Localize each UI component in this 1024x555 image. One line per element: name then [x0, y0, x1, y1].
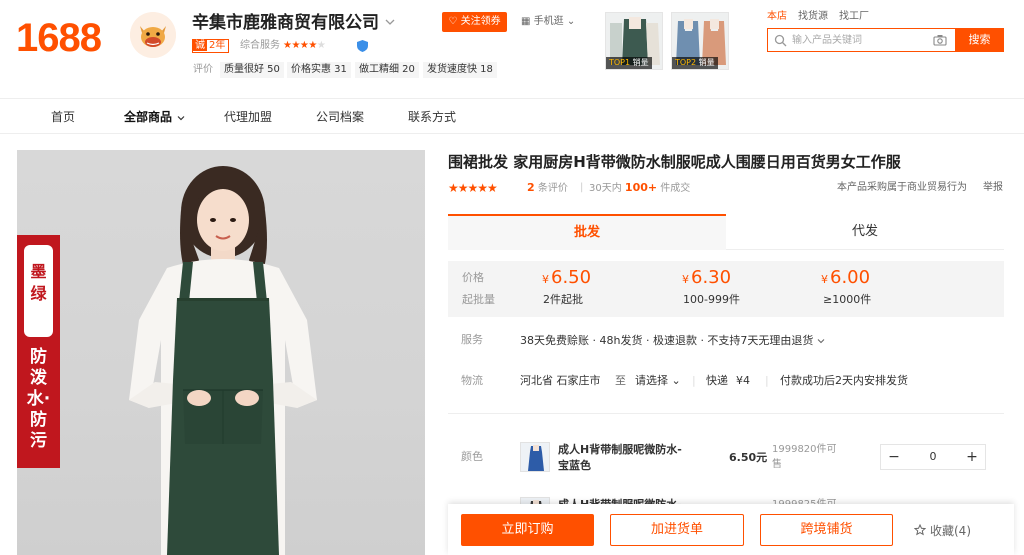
sku-color-label: 颜色	[461, 450, 483, 463]
service-terms[interactable]: 38天免费赊账 · 48h发货 · 极速退款 · 不支持7天无理由退货	[520, 334, 825, 348]
report-link[interactable]: 举报	[983, 181, 1003, 195]
add-to-cart-button[interactable]: 加进货单	[610, 514, 744, 546]
tab-wholesale[interactable]: 批发	[448, 214, 726, 250]
meta-divider: |	[580, 182, 584, 193]
search-button[interactable]: 搜索	[955, 28, 1004, 52]
color-name-label: 墨绿	[30, 262, 47, 303]
review-tag[interactable]: 价格实惠 31	[287, 62, 351, 78]
feature-label: 防泼水·防污	[26, 347, 51, 451]
sku-price: 6.50元	[729, 451, 768, 464]
logistics-label: 物流	[461, 374, 483, 387]
nav-agency[interactable]: 代理加盟	[224, 108, 272, 126]
chevron-down-icon	[818, 339, 825, 344]
service-label: 服务	[461, 333, 483, 346]
search-input[interactable]: 输入产品关键词	[767, 28, 955, 52]
price-panel: 价格 起批量 ¥6.50 2件起批 ¥6.30 100-999件 ¥6.00 ≥…	[448, 261, 1004, 317]
moq-label: 起批量	[462, 293, 495, 306]
chevron-down-icon: ⌄	[671, 374, 681, 387]
site-logo[interactable]: 1688	[16, 14, 102, 62]
chevron-down-icon	[177, 115, 185, 120]
purchase-action-bar: 立即订购 加进货单 跨境铺货 收藏(4)	[448, 504, 1014, 555]
tab-dropship[interactable]: 代发	[726, 214, 1004, 250]
decrement-button[interactable]: −	[881, 445, 907, 469]
nav-contact[interactable]: 联系方式	[408, 108, 456, 126]
section-divider	[448, 413, 1004, 414]
rating-stars: ★★★★★	[448, 181, 498, 195]
search-icon	[774, 34, 787, 47]
review-tag[interactable]: 发货速度快 18	[423, 62, 497, 78]
search-scope-factory[interactable]: 找工厂	[839, 10, 869, 24]
eval-label: 评价	[193, 64, 213, 75]
quantity-input[interactable]: 0	[907, 445, 959, 469]
shield-icon	[357, 40, 368, 52]
heart-icon: ♡	[448, 16, 458, 27]
ship-method: 快递	[706, 374, 728, 387]
shop-avatar[interactable]	[130, 12, 176, 58]
nav-company-profile[interactable]: 公司档案	[316, 108, 364, 126]
search-scope-shop[interactable]: 本店	[767, 10, 787, 24]
color-feature-banner: 墨绿 防泼水·防污	[17, 235, 60, 468]
price-tier-1: ¥6.50	[542, 267, 592, 288]
chevron-down-icon[interactable]	[384, 14, 396, 30]
qty-tier-2: 100-999件	[683, 293, 740, 306]
qty-tier-3: ≥1000件	[823, 293, 872, 306]
ship-to: 至	[615, 374, 626, 387]
service-score-stars: ★★★★★	[283, 40, 326, 51]
search-scope-source[interactable]: 找货源	[798, 10, 828, 24]
mobile-browse-link[interactable]: ▦ 手机逛 ⌄	[521, 15, 575, 29]
price-tier-3: ¥6.00	[821, 267, 871, 288]
crossborder-button[interactable]: 跨境铺货	[760, 514, 893, 546]
review-tag[interactable]: 做工精细 20	[355, 62, 419, 78]
nav-all-products[interactable]: 全部商品	[124, 108, 185, 126]
qty-tier-1: 2件起批	[543, 293, 583, 306]
sku-name: 成人H背带制服呢微防水-宝蓝色	[558, 443, 682, 472]
ship-divider: |	[692, 374, 696, 387]
ship-origin: 河北省 石家庄市	[520, 374, 601, 387]
sales-count: 30天内 100+ 件成交	[589, 181, 691, 194]
trade-notice: 本产品采购属于商业贸易行为	[837, 182, 967, 193]
search-placeholder: 输入产品关键词	[792, 35, 862, 46]
favorite-button[interactable]: 收藏(4)	[914, 523, 971, 539]
ship-fee: ¥4	[736, 374, 750, 387]
shop-years-badge: 诚 2年	[192, 39, 230, 53]
model-photo	[129, 166, 317, 555]
review-tag[interactable]: 质量很好 50	[220, 62, 284, 78]
top-product-thumb[interactable]: TOP1 销量	[605, 12, 663, 70]
star-icon	[914, 524, 926, 536]
nav-home[interactable]: 首页	[51, 108, 75, 126]
service-score-label: 综合服务	[240, 40, 280, 51]
chevron-down-icon: ⌄	[566, 16, 576, 27]
buy-now-button[interactable]: 立即订购	[461, 514, 594, 546]
camera-icon[interactable]	[933, 34, 947, 46]
shop-header: 1688 辛集市鹿雅商贸有限公司 诚 2年 综合服务 ★★★★★ 评价 质量很好 …	[0, 0, 1024, 98]
price-label: 价格	[462, 271, 484, 284]
sku-stock: 1999820件可售	[772, 444, 837, 470]
shop-nav: 首页 全部商品 代理加盟 公司档案 联系方式	[0, 98, 1024, 134]
sku-thumb[interactable]	[520, 442, 550, 472]
increment-button[interactable]: +	[959, 445, 985, 469]
price-tier-2: ¥6.30	[682, 267, 732, 288]
product-title: 围裙批发 家用厨房H背带微防水制服呢成人围腰日用百货男女工作服	[448, 153, 901, 171]
ship-divider: |	[765, 374, 769, 387]
follow-shop-button[interactable]: ♡ 关注领券	[442, 12, 507, 32]
top-product-thumb[interactable]: TOP2 销量	[671, 12, 729, 70]
purchase-mode-tabs: 批发 代发	[448, 214, 1004, 250]
product-main-image[interactable]: 墨绿 防泼水·防污	[17, 150, 425, 555]
quantity-stepper: − 0 +	[880, 444, 986, 470]
ship-destination-select[interactable]: 请选择 ⌄	[635, 374, 681, 388]
review-count[interactable]: 2 条评价	[527, 181, 568, 196]
ship-note: 付款成功后2天内安排发货	[780, 374, 908, 387]
shop-name[interactable]: 辛集市鹿雅商贸有限公司	[192, 12, 379, 34]
qrcode-icon: ▦	[521, 16, 531, 27]
